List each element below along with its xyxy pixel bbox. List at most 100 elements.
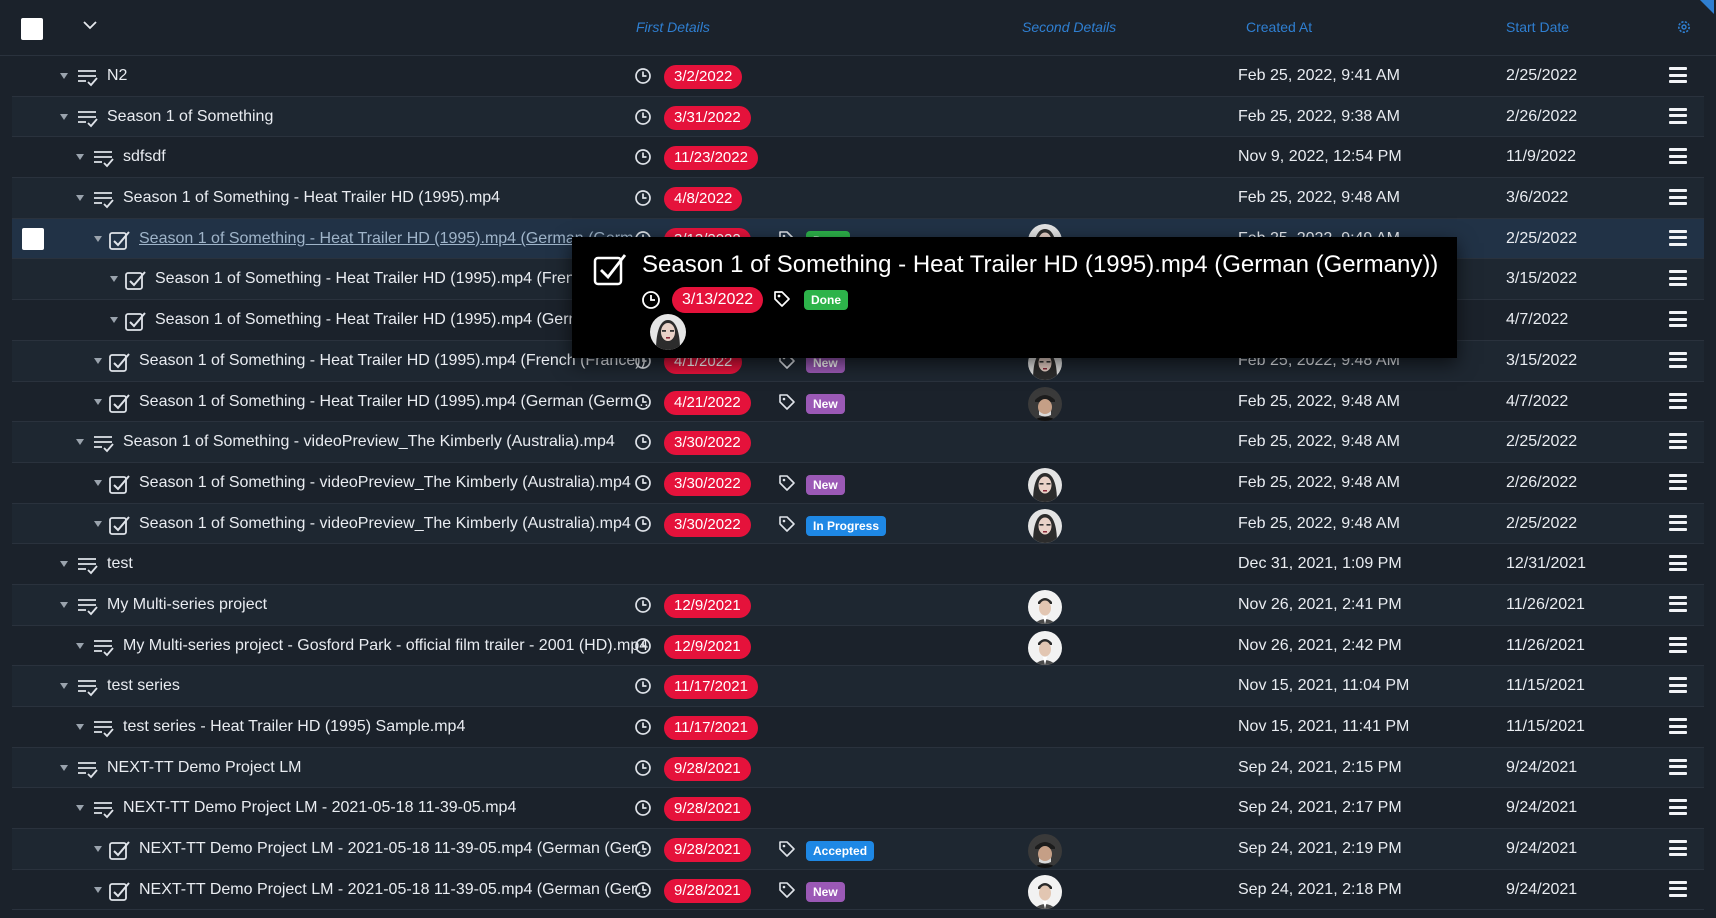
expand-caret[interactable] [94,886,102,893]
created-at: Nov 26, 2021, 2:42 PM [1238,636,1402,654]
created-at: Nov 15, 2021, 11:41 PM [1238,718,1410,735]
select-all-checkbox[interactable] [21,18,43,40]
table-row[interactable]: Season 1 of Something - Heat Trailer HD … [12,382,1704,423]
row-name[interactable]: Season 1 of Something [107,108,657,126]
row-menu-icon[interactable] [1669,392,1687,411]
expand-caret[interactable] [60,764,68,771]
status-badge: New [806,474,845,495]
row-menu-icon[interactable] [1669,514,1687,533]
table-row[interactable]: Season 1 of Something - videoPreview_The… [12,422,1704,463]
table-row[interactable]: sdfsdf 11/23/2022 Nov 9, 2022, 12:54 PM 11/… [12,137,1704,179]
expand-caret[interactable] [60,561,68,568]
row-checkbox[interactable] [22,227,44,250]
row-name[interactable]: NEXT-TT Demo Project LM [107,759,657,777]
table-row[interactable]: test series 11/17/2021 Nov 15, 2021, 11:04… [12,666,1704,707]
row-menu-icon[interactable] [1669,67,1687,85]
avatar [1028,386,1062,421]
table-row[interactable]: NEXT-TT Demo Project LM 9/28/2021 Sep 24, … [12,747,1704,789]
row-menu-icon[interactable] [1669,148,1687,166]
row-name[interactable]: test series - Heat Trailer HD (1995) Sam… [123,718,657,736]
row-menu-icon[interactable] [1669,718,1687,736]
table-row[interactable]: test series - Heat Trailer HD (1995) Sam… [12,707,1704,748]
row-menu-icon[interactable] [1669,107,1687,126]
row-menu-icon[interactable] [1669,758,1687,777]
chevron-down-icon[interactable] [82,17,98,33]
table-row[interactable]: NEXT-TT Demo Project LM - 2021-05-18 11-… [12,870,1704,911]
gear-icon[interactable] [1676,19,1692,35]
expand-caret[interactable] [76,642,84,649]
expand-caret[interactable] [94,235,102,242]
row-menu-icon[interactable] [1669,189,1687,207]
tag-icon [774,291,790,307]
row-menu-icon[interactable] [1669,555,1687,573]
task-check-icon [109,515,130,535]
row-menu-icon[interactable] [1669,270,1687,288]
table-row[interactable]: Season 1 of Something - videoPreview_The… [12,503,1704,545]
table-row[interactable]: NEXT-TT Demo Project LM - 2021-05-18 11-… [12,788,1704,830]
row-name[interactable]: Season 1 of Something - videoPreview_The… [139,515,657,533]
expand-caret[interactable] [76,195,84,202]
start-date: 11/9/2022 [1506,148,1576,166]
row-menu-icon[interactable] [1669,433,1687,451]
row-name[interactable]: NEXT-TT Demo Project LM - 2021-05-18 11-… [123,799,657,817]
expand-caret[interactable] [94,846,102,853]
row-menu-icon[interactable] [1669,799,1687,817]
row-name[interactable]: sdfsdf [123,148,657,166]
created-at: Nov 26, 2021, 2:41 PM [1238,595,1402,613]
expand-caret[interactable] [60,683,68,690]
table-row[interactable]: NEXT-TT Demo Project LM - 2021-05-18 11-… [12,829,1704,870]
expand-caret[interactable] [60,73,68,79]
row-menu-icon[interactable] [1669,880,1687,899]
row-name[interactable]: Season 1 of Something - Heat Trailer HD … [123,189,657,207]
table-row[interactable]: test Dec 31, 2021, 1:09 PM 12/31/2021 [12,544,1704,585]
column-created-at[interactable]: Created At [1246,19,1312,35]
table-row[interactable]: Season 1 of Something 3/31/2022 Feb 25, 20… [12,96,1704,138]
avatar-image [1028,589,1062,624]
row-menu-icon[interactable] [1669,677,1687,695]
expand-caret[interactable] [94,357,102,364]
expand-caret[interactable] [60,113,68,120]
row-name[interactable]: N2 [107,67,657,85]
start-date: 3/15/2022 [1506,270,1578,288]
row-menu-icon[interactable] [1669,473,1687,492]
row-name[interactable]: Season 1 of Something - Heat Trailer HD … [139,393,657,411]
row-menu-icon[interactable] [1669,595,1687,614]
table-row[interactable]: My Multi-series project 12/9/2021 Nov 26, … [12,584,1704,626]
created-at: Feb 25, 2022, 9:41 AM [1238,67,1400,84]
row-menu-icon[interactable] [1669,351,1687,370]
table-row[interactable]: My Multi-series project - Gosford Park -… [12,626,1704,667]
series-list-icon [78,110,98,128]
expand-caret[interactable] [94,479,102,486]
row-name[interactable]: NEXT-TT Demo Project LM - 2021-05-18 11-… [139,840,657,858]
avatar-image [1028,874,1062,909]
row-name[interactable]: Season 1 of Something - videoPreview_The… [123,433,657,451]
avatar-image [1028,508,1062,543]
expand-caret[interactable] [76,154,84,161]
row-name[interactable]: My Multi-series project - Gosford Park -… [123,637,657,655]
row-name[interactable]: NEXT-TT Demo Project LM - 2021-05-18 11-… [139,881,657,899]
table-row[interactable]: Season 1 of Something - Heat Trailer HD … [12,178,1704,219]
expand-caret[interactable] [94,398,102,405]
clock-icon [635,881,651,898]
row-menu-icon[interactable] [1669,840,1687,858]
row-name[interactable]: My Multi-series project [107,596,657,614]
expand-caret[interactable] [76,805,84,812]
start-date: 3/15/2022 [1506,351,1578,369]
expand-caret[interactable] [76,439,84,446]
row-name[interactable]: test [107,555,657,573]
row-name[interactable]: Season 1 of Something - videoPreview_The… [139,474,657,492]
table-row[interactable]: Season 1 of Something - videoPreview_The… [12,463,1704,504]
table-row[interactable]: N2 3/2/2022 Feb 25, 2022, 9:41 AM 2/25/2022 [12,56,1704,97]
column-start-date[interactable]: Start Date [1506,19,1569,35]
expand-caret[interactable] [76,724,84,730]
expand-caret[interactable] [110,317,118,324]
expand-caret[interactable] [94,520,102,527]
column-first-details[interactable]: First Details [636,19,710,35]
row-name[interactable]: test series [107,677,657,695]
row-menu-icon[interactable] [1669,229,1687,248]
row-menu-icon[interactable] [1669,311,1687,329]
expand-caret[interactable] [60,601,68,608]
expand-caret[interactable] [110,276,118,283]
row-menu-icon[interactable] [1669,636,1687,655]
column-second-details[interactable]: Second Details [1022,19,1116,35]
